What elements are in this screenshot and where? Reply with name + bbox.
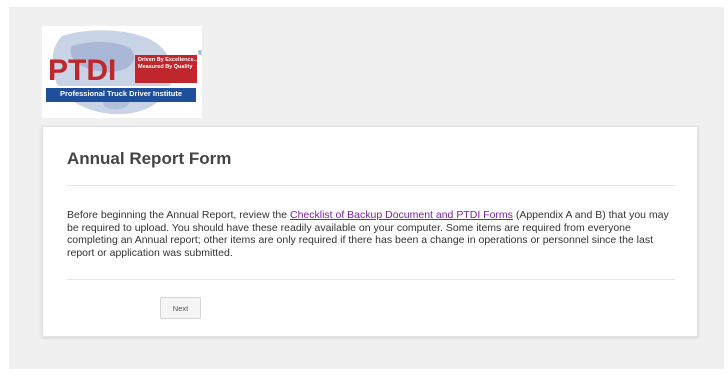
footer-divider [67,279,675,280]
intro-text-before: Before beginning the Annual Report, revi… [67,209,290,221]
logo-banner: Professional Truck Driver Institute [46,86,196,102]
registered-mark: ® [198,51,202,57]
page-title: Annual Report Form [67,149,232,168]
title-divider [67,185,675,186]
checklist-link[interactable]: Checklist of Backup Document and PTDI Fo… [290,209,513,221]
logo-tagline-line2: Measured By Quality [138,64,193,70]
annual-report-card: Annual Report Form Before beginning the … [42,126,698,337]
logo-wordmark: PTDI [48,54,117,87]
next-button[interactable]: Next [160,297,201,319]
logo-tagline-line1: Driven By Excellence... [138,57,199,63]
ptdi-logo: PTDI Driven By Excellence... Measured By… [42,26,202,118]
logo-tagline: Driven By Excellence... Measured By Qual… [135,55,199,83]
intro-paragraph: Before beginning the Annual Report, revi… [67,209,679,259]
